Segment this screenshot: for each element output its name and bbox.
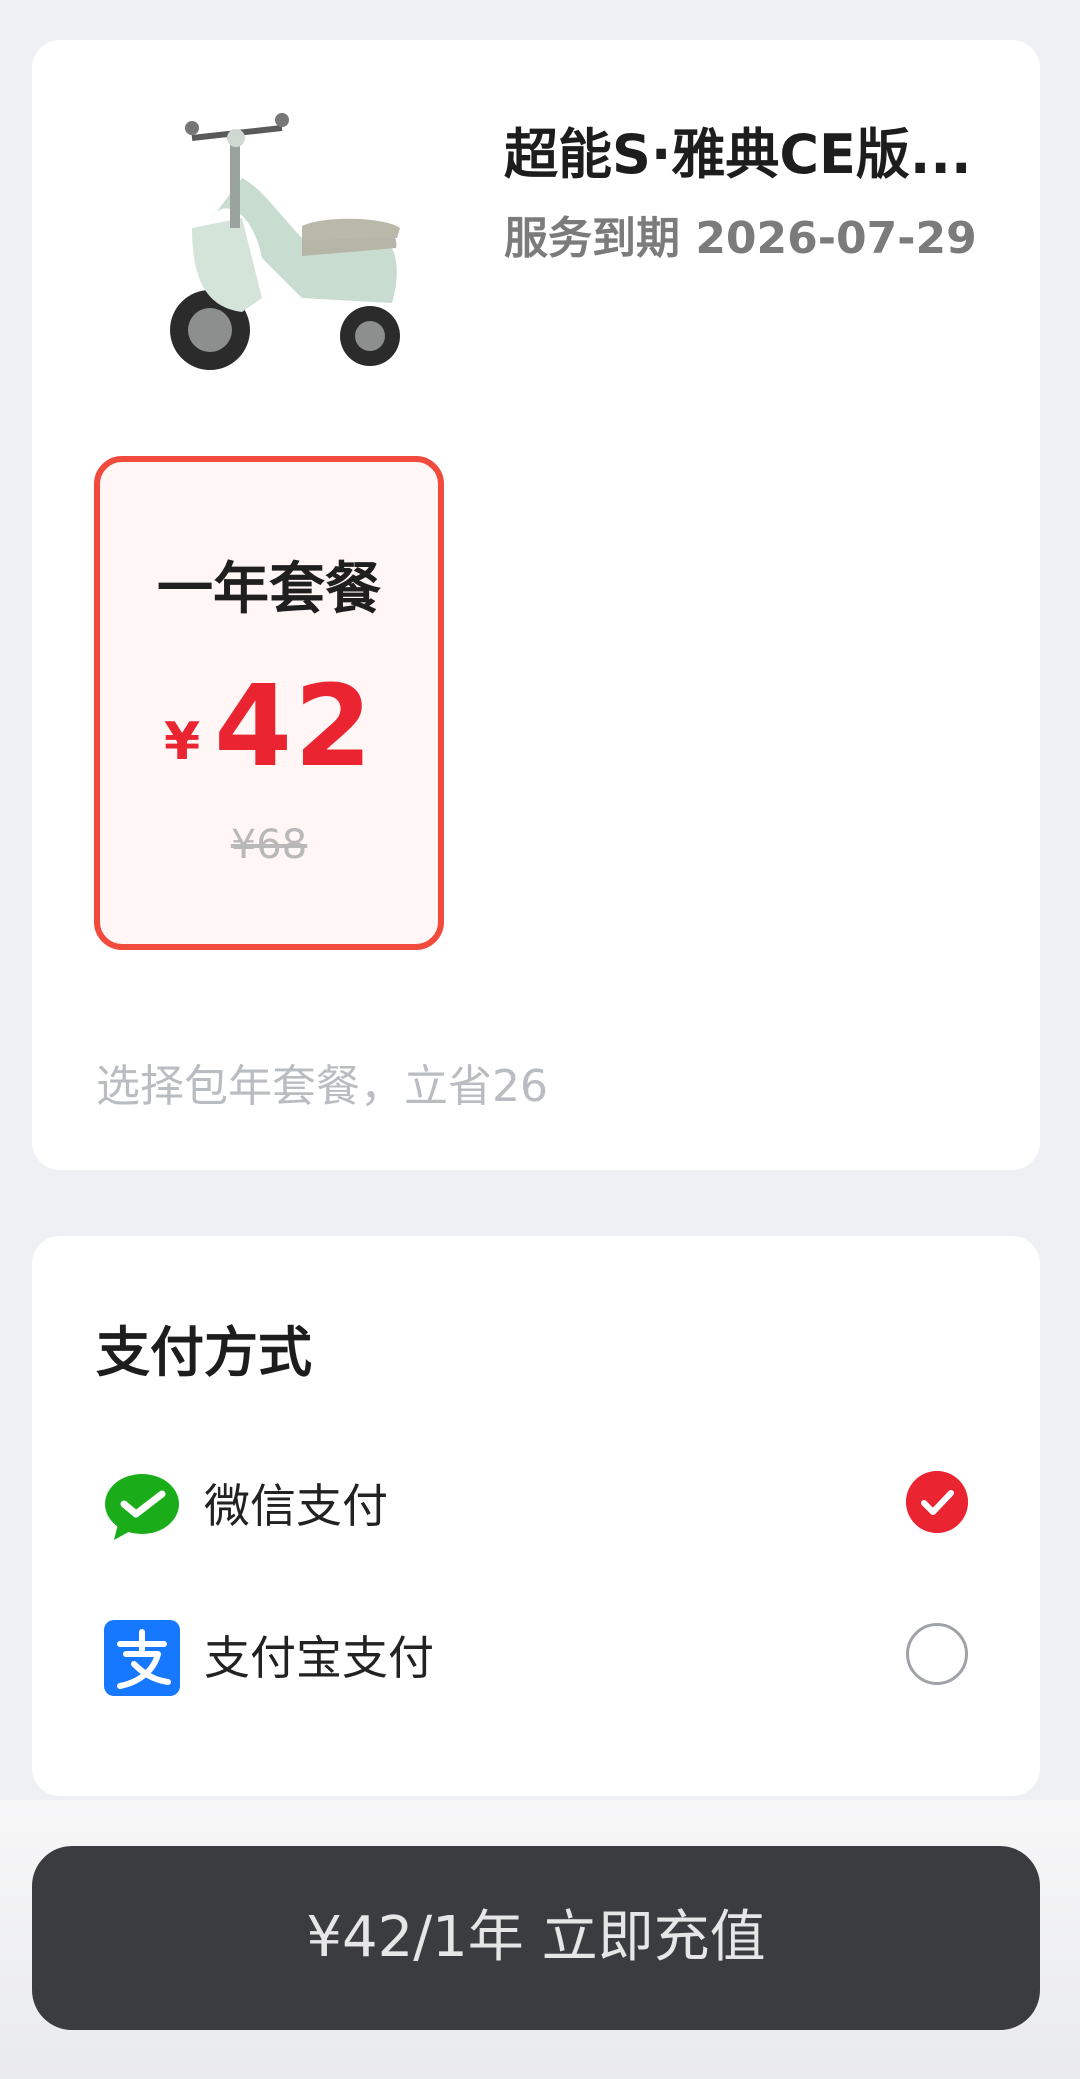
currency-symbol: ¥ bbox=[163, 712, 201, 772]
radio-selected-icon[interactable] bbox=[906, 1471, 968, 1533]
plan-price-value: 42 bbox=[214, 662, 375, 792]
plan-name: 一年套餐 bbox=[157, 557, 381, 622]
service-expire-date: 服务到期 2026-07-29 bbox=[504, 213, 977, 264]
product-title: 超能S·雅典CE版... bbox=[504, 123, 972, 186]
payment-method-title: 支付方式 bbox=[96, 1321, 312, 1384]
wechat-pay-icon bbox=[105, 1474, 179, 1540]
bottom-action-bar: ¥42/1年 立即充值 bbox=[0, 1800, 1080, 2079]
alipay-icon bbox=[104, 1620, 180, 1696]
plan-price: ¥42 bbox=[100, 662, 438, 792]
plan-original-price: ¥68 bbox=[230, 822, 308, 868]
product-card: 超能S·雅典CE版... 服务到期 2026-07-29 一年套餐 ¥42 ¥6… bbox=[32, 40, 1040, 1170]
payment-option-label: 支付宝支付 bbox=[204, 1631, 434, 1685]
payment-method-card: 支付方式 微信支付 支付宝支付 bbox=[32, 1236, 1040, 1796]
savings-hint: 选择包年套餐，立省26 bbox=[96, 1061, 548, 1112]
plan-option-one-year[interactable]: 一年套餐 ¥42 ¥68 bbox=[94, 456, 444, 950]
payment-option-alipay[interactable]: 支付宝支付 bbox=[32, 1598, 1040, 1708]
scooter-image bbox=[170, 113, 400, 370]
radio-unselected-icon[interactable] bbox=[906, 1623, 968, 1685]
payment-option-label: 微信支付 bbox=[204, 1479, 388, 1533]
recharge-now-button[interactable]: ¥42/1年 立即充值 bbox=[32, 1846, 1040, 2030]
payment-option-wechat[interactable]: 微信支付 bbox=[32, 1446, 1040, 1556]
